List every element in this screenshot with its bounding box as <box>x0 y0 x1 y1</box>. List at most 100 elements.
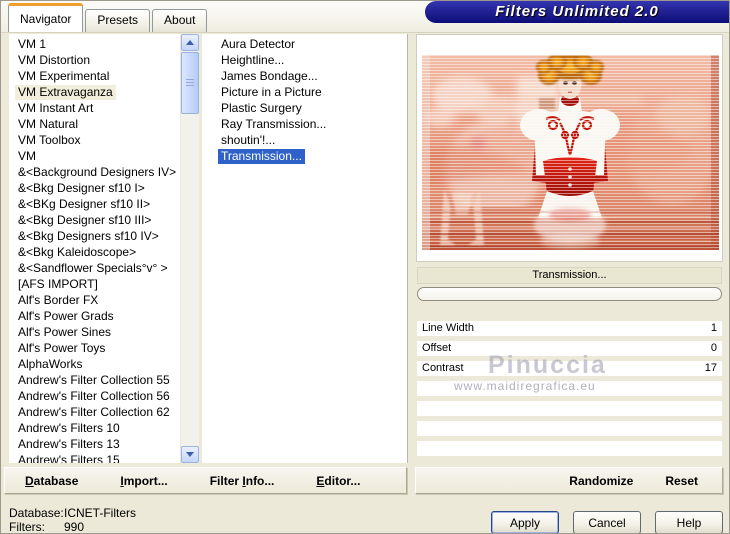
list-item-label: Picture in a Picture <box>221 85 322 99</box>
list-item-label: VM Toolbox <box>18 133 81 147</box>
list-item[interactable]: Alf's Power Toys <box>15 340 180 356</box>
list-item-label: VM 1 <box>18 37 47 51</box>
param-label: Offset <box>422 342 452 354</box>
list-item[interactable]: &<Sandflower Specials°v° > <box>15 260 180 276</box>
list-item-label: VM Distortion <box>18 53 91 67</box>
list-item-label: Heightline... <box>221 53 285 67</box>
category-scrollbar[interactable] <box>181 34 199 463</box>
down-arrow-icon <box>186 452 194 457</box>
list-item[interactable]: Aura Detector <box>218 36 407 52</box>
param-label: Line Width <box>422 322 474 334</box>
list-item[interactable]: Transmission... <box>218 148 407 164</box>
window-title: Filters Unlimited 2.0 <box>495 3 659 20</box>
menu-filter-info[interactable]: Filter Info... <box>210 474 275 488</box>
list-item[interactable]: Plastic Surgery <box>218 100 407 116</box>
list-item[interactable]: &<Background Designers IV> <box>15 164 180 180</box>
list-item[interactable]: Heightline... <box>218 52 407 68</box>
list-item[interactable]: Andrew's Filter Collection 62 <box>15 404 180 420</box>
list-item-label: &<Background Designers IV> <box>18 165 177 179</box>
list-item[interactable]: &<Bkg Kaleidoscope> <box>15 244 180 260</box>
list-item-label: &<Bkg Designer sf10 I> <box>18 181 145 195</box>
list-item-label: Andrew's Filter Collection 56 <box>18 389 170 403</box>
scroll-up-button[interactable] <box>181 34 199 51</box>
help-button[interactable]: Help <box>655 511 723 533</box>
menu-database[interactable]: Database <box>25 474 78 488</box>
grip-icon <box>186 79 194 87</box>
list-item[interactable]: Andrew's Filters 15 <box>15 452 180 463</box>
filter-progress-slider[interactable] <box>417 287 722 301</box>
list-item-label: VM Extravaganza <box>15 85 116 100</box>
list-item-label: VM <box>18 149 36 163</box>
list-item[interactable]: &<Bkg Designers sf10 IV> <box>15 228 180 244</box>
list-item[interactable]: Alf's Power Grads <box>15 308 180 324</box>
list-item-label: Alf's Border FX <box>18 293 99 307</box>
category-list: VM 1 VM Distortion VM Experimental VM Extra… <box>9 34 180 463</box>
tab-navigator[interactable]: Navigator <box>8 3 84 32</box>
scrollbar-thumb[interactable] <box>181 52 199 114</box>
menu-bar-left: Database Import... Filter Info... Editor... <box>4 467 407 494</box>
list-item[interactable]: VM Toolbox <box>15 132 180 148</box>
watermark-url: www.maidiregrafica.eu <box>454 379 596 393</box>
list-item[interactable]: shoutin'!... <box>218 132 407 148</box>
menu-bar-right: Randomize Reset <box>415 467 723 494</box>
list-item[interactable]: &<Bkg Designer sf10 I> <box>15 180 180 196</box>
list-item-label: [AFS IMPORT] <box>18 277 98 291</box>
apply-button[interactable]: Apply <box>491 511 559 533</box>
list-item[interactable]: VM 1 <box>15 36 180 52</box>
list-item[interactable]: Ray Transmission... <box>218 116 407 132</box>
list-item[interactable]: Andrew's Filters 13 <box>15 436 180 452</box>
list-item[interactable]: VM Natural <box>15 116 180 132</box>
list-item[interactable]: VM Distortion <box>15 52 180 68</box>
tab-presets[interactable]: Presets <box>85 9 151 32</box>
list-item-label: &<Bkg Kaleidoscope> <box>18 245 137 259</box>
param-label: Contrast <box>422 362 464 374</box>
list-item[interactable]: &<BKg Designer sf10 II> <box>15 196 180 212</box>
list-item[interactable]: Andrew's Filter Collection 55 <box>15 372 180 388</box>
menu-import[interactable]: Import... <box>120 474 167 488</box>
menu-editor[interactable]: Editor... <box>316 474 360 488</box>
list-item[interactable]: Andrew's Filter Collection 56 <box>15 388 180 404</box>
list-item[interactable]: Andrew's Filters 10 <box>15 420 180 436</box>
list-item[interactable]: VM Experimental <box>15 68 180 84</box>
list-item[interactable]: [AFS IMPORT] <box>15 276 180 292</box>
list-item-label: Aura Detector <box>221 37 296 51</box>
list-item-label: Andrew's Filters 15 <box>18 453 120 463</box>
param-row-empty <box>417 441 722 456</box>
tab-about[interactable]: About <box>152 9 208 32</box>
list-item[interactable]: James Bondage... <box>218 68 407 84</box>
param-row-empty <box>417 401 722 416</box>
list-item[interactable]: &<Bkg Designer sf10 III> <box>15 212 180 228</box>
up-arrow-icon <box>186 40 194 45</box>
list-item-label: &<BKg Designer sf10 II> <box>18 197 151 211</box>
list-item-label: &<Bkg Designers sf10 IV> <box>18 229 159 243</box>
list-item-label: Plastic Surgery <box>221 101 302 115</box>
preview-frame <box>416 34 723 262</box>
list-item-label: VM Experimental <box>18 69 110 83</box>
watermark-title: Pinuccia <box>488 351 607 379</box>
scroll-down-button[interactable] <box>181 446 199 463</box>
menu-randomize[interactable]: Randomize <box>569 474 633 488</box>
dialog-buttons: Apply Cancel Help <box>1 511 723 533</box>
list-item[interactable]: VM Instant Art <box>15 100 180 116</box>
scanline-overlay <box>422 55 719 250</box>
list-item-label: Alf's Power Sines <box>18 325 111 339</box>
list-item[interactable]: AlphaWorks <box>15 356 180 372</box>
list-item-label: shoutin'!... <box>221 133 276 147</box>
list-item-label: Andrew's Filter Collection 55 <box>18 373 170 387</box>
list-item-label: VM Instant Art <box>18 101 94 115</box>
filter-list: Aura Detector Heightline... James Bondage.… <box>202 34 408 463</box>
cancel-button[interactable]: Cancel <box>573 511 641 533</box>
list-item-label: Andrew's Filter Collection 62 <box>18 405 170 419</box>
list-item[interactable]: Picture in a Picture <box>218 84 407 100</box>
list-item-label: Alf's Power Grads <box>18 309 114 323</box>
list-item[interactable]: VM <box>15 148 180 164</box>
param-row[interactable]: Line Width 1 <box>417 321 722 336</box>
filters-unlimited-dialog: Filters Unlimited 2.0 Navigator Presets Ab… <box>0 0 730 534</box>
menu-reset[interactable]: Reset <box>665 474 698 488</box>
preview-image[interactable] <box>422 55 719 250</box>
list-item-label: Andrew's Filters 13 <box>18 437 120 451</box>
list-item[interactable]: Alf's Power Sines <box>15 324 180 340</box>
list-item[interactable]: Alf's Border FX <box>15 292 180 308</box>
list-item-label: VM Natural <box>18 117 79 131</box>
list-item[interactable]: VM Extravaganza <box>15 84 180 100</box>
